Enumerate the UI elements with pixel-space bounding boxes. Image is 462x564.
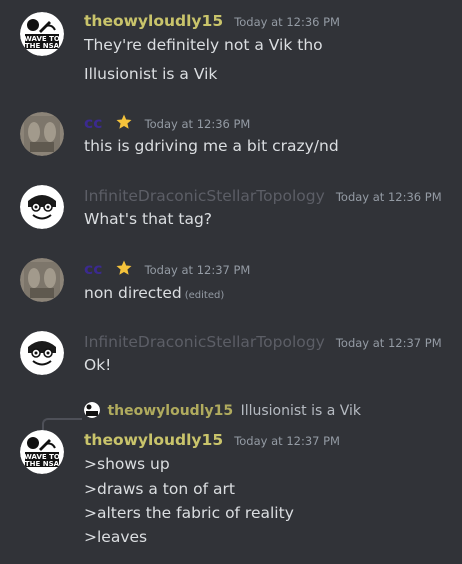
author-name[interactable]: theowyloudly15 [84,431,223,449]
avatar[interactable] [20,185,64,229]
message-text: non directed (edited) [84,284,224,302]
star-icon [115,259,133,281]
timestamp: Today at 12:37 PM [335,336,442,350]
timestamp: Today at 12:36 PM [335,190,442,204]
author-name[interactable]: InfiniteDraconicStellarTopology [84,187,325,205]
avatar[interactable] [20,258,64,302]
avatar[interactable] [20,331,64,375]
reply-avatar [84,402,100,418]
author-name[interactable]: cc [84,114,102,132]
message-text: >alters the fabric of reality [84,504,294,522]
star-icon [115,113,133,135]
edited-label: (edited) [184,290,225,301]
message-text-content: non directed [84,284,182,302]
message-text: Ok! [84,356,112,374]
svg-text:THE NSA: THE NSA [25,460,60,468]
avatar[interactable]: WAVE TO THE NSA [20,430,64,474]
reply-reference[interactable]: theowyloudly15 Illusionist is a Vik [84,402,361,419]
timestamp: Today at 12:37 PM [234,434,340,448]
message-text: this is gdriving me a bit crazy/nd [84,137,339,155]
avatar[interactable]: WAVE TO THE NSA [20,12,64,56]
reply-text[interactable]: Illusionist is a Vik [241,403,361,419]
message-text: They're definitely not a Vik tho [84,36,323,54]
message-text: What's that tag? [84,210,213,228]
message-text: >draws a ton of art [84,480,235,498]
avatar[interactable] [20,112,64,156]
timestamp: Today at 12:37 PM [144,263,251,277]
message-text: Illusionist is a Vik [84,65,218,83]
message-text: >leaves [84,528,148,546]
svg-text:THE NSA: THE NSA [25,42,60,50]
timestamp: Today at 12:36 PM [144,117,251,131]
reply-author[interactable]: theowyloudly15 [107,403,233,419]
chat-messages: WAVE TO THE NSA theowyloudly15 Today at … [0,0,462,564]
timestamp: Today at 12:36 PM [234,15,340,29]
author-name[interactable]: theowyloudly15 [84,12,223,30]
message-text: >shows up [84,455,170,473]
author-name[interactable]: InfiniteDraconicStellarTopology [84,333,325,351]
author-name[interactable]: cc [84,260,102,278]
